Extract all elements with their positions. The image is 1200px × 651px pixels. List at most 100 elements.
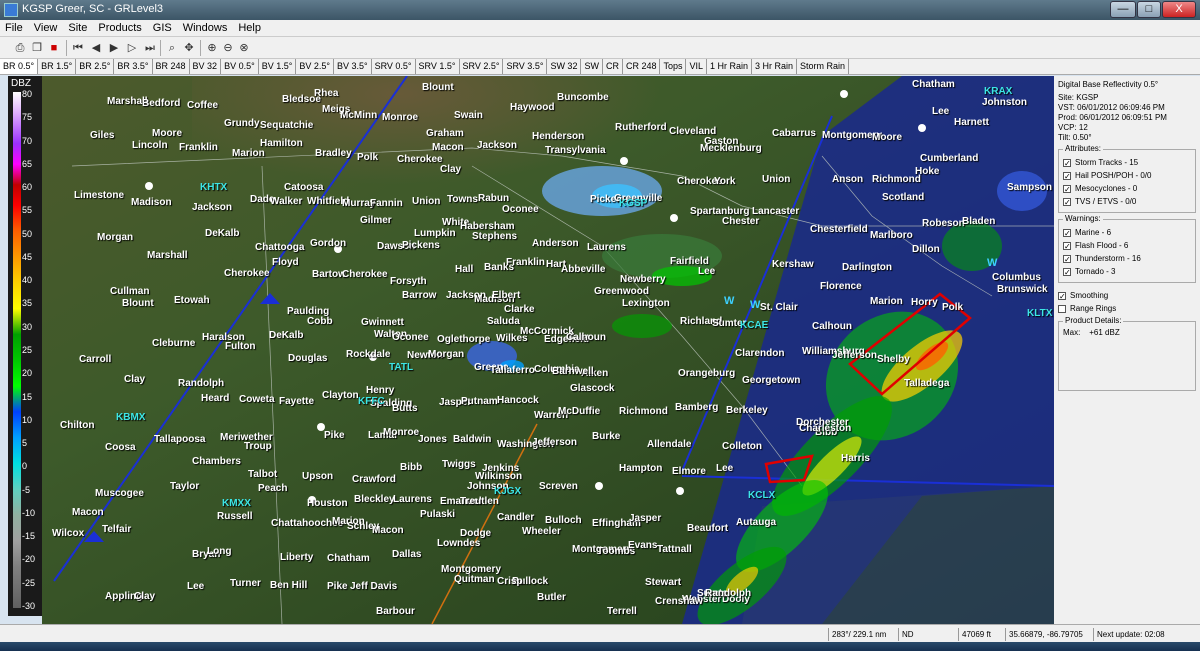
zoom-icon[interactable]: ⌕	[164, 40, 180, 56]
checkbox-icon[interactable]: ✓	[1063, 267, 1071, 276]
checkbox-icon[interactable]: ✓	[1063, 158, 1071, 167]
radar-station-label[interactable]: KJGX	[494, 486, 521, 497]
minimize-button[interactable]: —	[1110, 1, 1136, 18]
status-coords: 35.66879, -86.79705	[1005, 628, 1083, 641]
zoom-reset-icon[interactable]: ⊗	[236, 40, 252, 56]
menu-help[interactable]: Help	[233, 20, 267, 34]
menu-gis[interactable]: GIS	[148, 20, 178, 34]
tab-bv-2-5[interactable]: BV 2.5°	[296, 59, 334, 74]
checkbox-icon[interactable]: ✓	[1063, 228, 1071, 237]
county-label: Oconee	[502, 204, 539, 215]
checkbox-label: Smoothing	[1070, 291, 1109, 300]
status-height: 47069 ft	[958, 628, 991, 641]
menu-view[interactable]: View	[29, 20, 64, 34]
tab-1hr-rain[interactable]: 1 Hr Rain	[707, 59, 753, 74]
tab-br-3-5[interactable]: BR 3.5°	[114, 59, 153, 74]
last-frame-icon[interactable]: ⏭	[142, 40, 158, 56]
zoom-in-icon[interactable]: ⊕	[204, 40, 220, 56]
checkbox-range-rings[interactable]: Range Rings	[1058, 302, 1196, 315]
tab-sw-32[interactable]: SW 32	[547, 59, 582, 74]
tab-bv-32[interactable]: BV 32	[190, 59, 222, 74]
prev-frame-icon[interactable]: ◀	[88, 40, 104, 56]
print-icon[interactable]: ⎙	[12, 40, 28, 56]
county-label: Limestone	[74, 190, 125, 201]
menu-products[interactable]: Products	[93, 20, 147, 34]
county-label: Anson	[832, 174, 864, 185]
toolbar-separator	[160, 40, 161, 56]
tab-br-248[interactable]: BR 248	[153, 59, 190, 74]
radar-station-label[interactable]: TATL	[389, 362, 413, 373]
radar-station-label[interactable]: KGSP	[619, 198, 647, 209]
first-frame-icon[interactable]: ⏮	[70, 40, 86, 56]
checkbox-icon[interactable]: ✓	[1063, 171, 1071, 180]
tab-sw[interactable]: SW	[581, 59, 603, 74]
menu-windows[interactable]: Windows	[178, 20, 234, 34]
menu-site[interactable]: Site	[63, 20, 93, 34]
county-label: Russell	[217, 511, 253, 522]
next-frame-icon[interactable]: ▷	[124, 40, 140, 56]
radar-station-label[interactable]: KFFC	[358, 396, 385, 407]
legend-tick-label: 30	[22, 321, 33, 332]
pan-icon[interactable]: ✥	[181, 40, 197, 56]
tab-br-2-5[interactable]: BR 2.5°	[76, 59, 115, 74]
tab-bv-0-5[interactable]: BV 0.5°	[221, 59, 259, 74]
county-label: Macon	[432, 142, 464, 153]
checkbox-icon[interactable]: ✓	[1063, 254, 1071, 263]
checkbox-icon[interactable]: ✓	[1063, 197, 1071, 206]
maximize-button[interactable]: □	[1137, 1, 1161, 18]
county-label: Cumberland	[920, 153, 979, 164]
radar-station-label[interactable]: KCLX	[748, 490, 775, 501]
radar-station-label[interactable]: KBMX	[116, 412, 145, 423]
county-label: Crenshaw	[655, 596, 703, 607]
radar-station-label[interactable]: KLTX	[1027, 308, 1052, 319]
checkbox-icon[interactable]: ✓	[1063, 184, 1071, 193]
tab-srv-0-5[interactable]: SRV 0.5°	[372, 59, 416, 74]
radar-station-label[interactable]: KRAX	[984, 86, 1012, 97]
radar-station-label[interactable]: KCAE	[740, 320, 768, 331]
tab-tops[interactable]: Tops	[660, 59, 687, 74]
county-label: Laurens	[393, 494, 432, 505]
tab-3hr-rain[interactable]: 3 Hr Rain	[752, 59, 798, 74]
county-label: Macon	[372, 525, 404, 536]
checkbox-mesocyclones[interactable]: ✓ Mesocyclones - 0	[1063, 182, 1191, 195]
county-label: Muscogee	[95, 488, 144, 499]
close-button[interactable]: X	[1162, 1, 1196, 18]
checkbox-icon[interactable]: ✓	[1063, 241, 1071, 250]
checkbox-hail[interactable]: ✓ Hail POSH/POH - 0/0	[1063, 169, 1191, 182]
checkbox-icon[interactable]: ✓	[1058, 291, 1066, 300]
menu-file[interactable]: File	[0, 20, 29, 34]
tab-bv-1-5[interactable]: BV 1.5°	[259, 59, 297, 74]
checkbox-thunderstorm[interactable]: ✓ Thunderstorm - 16	[1063, 252, 1191, 265]
copy-icon[interactable]: ❐	[29, 40, 45, 56]
tab-srv-3-5[interactable]: SRV 3.5°	[503, 59, 548, 74]
tab-br-1-5[interactable]: BR 1.5°	[38, 59, 77, 74]
max-row: Max: +61 dBZ	[1063, 328, 1191, 338]
tab-srv-1-5[interactable]: SRV 1.5°	[416, 59, 460, 74]
tab-storm-rain[interactable]: Storm Rain	[797, 59, 850, 74]
tab-vil[interactable]: VIL	[686, 59, 707, 74]
tab-cr[interactable]: CR	[603, 59, 623, 74]
stop-icon[interactable]: ■	[46, 40, 62, 56]
attributes-group: Attributes: ✓ Storm Tracks - 15 ✓ Hail POS…	[1058, 144, 1196, 213]
legend-tick-label: 55	[22, 205, 33, 216]
tab-cr-248[interactable]: CR 248	[623, 59, 661, 74]
checkbox-smoothing[interactable]: ✓ Smoothing	[1058, 289, 1196, 302]
checkbox-flash-flood[interactable]: ✓ Flash Flood - 6	[1063, 239, 1191, 252]
checkbox-tornado[interactable]: ✓ Tornado - 3	[1063, 265, 1191, 278]
zoom-out-icon[interactable]: ⊖	[220, 40, 236, 56]
checkbox-storm-tracks[interactable]: ✓ Storm Tracks - 15	[1063, 156, 1191, 169]
tab-br-0-5[interactable]: BR 0.5°	[0, 59, 39, 74]
tab-bv-3-5[interactable]: BV 3.5°	[334, 59, 372, 74]
county-label: Oconee	[392, 332, 429, 343]
radar-station-label[interactable]: KMXX	[222, 498, 251, 509]
title-bar[interactable]: KGSP Greer, SC - GRLevel3 — □ X	[0, 0, 1200, 20]
checkbox-marine[interactable]: ✓ Marine - 6	[1063, 226, 1191, 239]
radar-map[interactable]: W W W Blount Marshall Bedford Coffee Bledsoe…	[42, 76, 1054, 624]
checkbox-tvs[interactable]: ✓ TVS / ETVS - 0/0	[1063, 195, 1191, 208]
checkbox-icon[interactable]	[1058, 304, 1066, 313]
tab-srv-2-5[interactable]: SRV 2.5°	[460, 59, 504, 74]
county-label: Swain	[454, 110, 483, 121]
radar-station-label[interactable]: KHTX	[200, 182, 227, 193]
play-icon[interactable]: ▶	[106, 40, 122, 56]
county-label: Jones	[418, 434, 447, 445]
